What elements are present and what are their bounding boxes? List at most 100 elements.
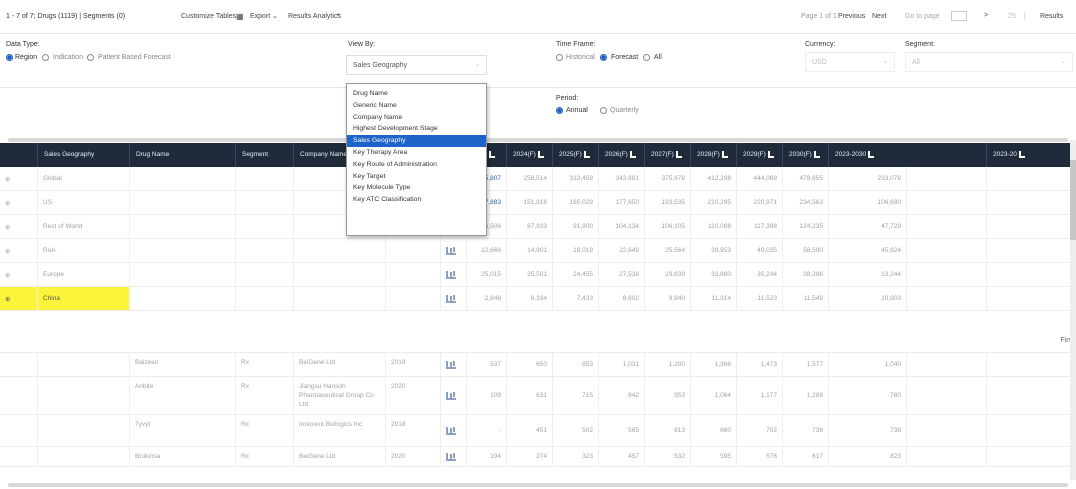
header-label: Drug Name xyxy=(136,151,170,158)
header-14[interactable]: 2023-2030 xyxy=(829,143,987,167)
customize-tables-link[interactable]: Customize Tables xyxy=(181,13,236,20)
value-cell: 1,289 xyxy=(783,377,829,414)
table-row[interactable]: Tyvyt Rx Innovent Biologics Inc 2018-451 502… xyxy=(0,415,1076,447)
dropdown-option[interactable]: Generic Name xyxy=(347,100,486,112)
sort-icon[interactable] xyxy=(721,150,728,158)
forecast-radio[interactable] xyxy=(600,54,607,61)
sort-icon[interactable] xyxy=(629,150,636,158)
bar-chart-icon[interactable] xyxy=(446,452,456,461)
expand-icon[interactable]: ⊕ xyxy=(0,287,38,310)
header-1[interactable]: Drug Name xyxy=(130,143,236,167)
region-radio[interactable] xyxy=(6,54,13,61)
dropdown-option[interactable]: Drug Name xyxy=(347,88,486,100)
sort-icon[interactable] xyxy=(868,150,875,158)
table-row[interactable]: Anbite Rx Jiangsu Hansoh Pharmaceutical Gr… xyxy=(0,377,1076,415)
table-row[interactable]: ⊕ China 2,846 6,334 7,433 8,602 9,940 11,314 11,… xyxy=(0,287,1076,311)
bar-chart-icon[interactable] xyxy=(446,270,456,279)
drug-name-cell[interactable]: Tyvyt xyxy=(130,415,236,446)
drug-name-cell[interactable]: Brukinsa xyxy=(130,447,236,466)
value-cell: 478,655 xyxy=(783,167,829,190)
chart-icon-cell[interactable] xyxy=(441,353,467,376)
sort-icon[interactable] xyxy=(813,150,820,158)
sort-icon[interactable] xyxy=(675,150,682,158)
expand-icon[interactable]: ⊕ xyxy=(0,167,38,190)
go-arrow-button[interactable]: > xyxy=(984,12,988,19)
chart-icon-cell[interactable] xyxy=(441,447,467,466)
add-tab-button[interactable]: + xyxy=(336,12,340,19)
header-12[interactable]: 2029(F) xyxy=(737,143,783,167)
export-menu[interactable]: Export xyxy=(250,13,270,20)
header-8[interactable]: 2025(F) xyxy=(553,143,599,167)
header-10[interactable]: 2027(F) xyxy=(645,143,691,167)
table-row[interactable]: ⊕ US 127,883 151,816 165,029 177,650 193,535 21… xyxy=(0,191,1076,215)
header-15[interactable]: 2023-20 xyxy=(987,143,1076,167)
expand-icon[interactable]: ⊕ xyxy=(0,263,38,286)
dropdown-option[interactable]: Key Molecule Type xyxy=(347,182,486,194)
value-cell: 151,816 xyxy=(507,191,553,214)
dropdown-option[interactable]: Highest Development Stage xyxy=(347,123,486,135)
table-row[interactable]: ⊕ Europe 25,015 25,501 24,455 27,538 29,839 33,… xyxy=(0,263,1076,287)
value-cell: 38,286 xyxy=(783,263,829,286)
dropdown-option[interactable]: Key Therapy Area xyxy=(347,147,486,159)
value-cell: 234,563 xyxy=(783,191,829,214)
vertical-scrollbar-thumb[interactable] xyxy=(1070,160,1076,240)
sort-icon[interactable] xyxy=(537,150,544,158)
expand-icon[interactable]: ⊕ xyxy=(0,191,38,214)
quarterly-radio[interactable] xyxy=(600,107,607,114)
table-row[interactable]: ⊕ RoA 12,666 14,901 18,019 22,649 25,564 39,953… xyxy=(0,239,1076,263)
results-analytics-link[interactable]: Results Analytics xyxy=(288,13,341,20)
header-11[interactable]: 2028(F) xyxy=(691,143,737,167)
table-row[interactable]: Baizeen Rx BeiGene Ltd 2019 537 650 853 1,031 1,… xyxy=(0,353,1076,377)
header-7[interactable]: 2024(F) xyxy=(507,143,553,167)
bar-chart-icon[interactable] xyxy=(446,360,456,369)
bar-chart-icon[interactable] xyxy=(446,246,456,255)
horizontal-scrollbar-top[interactable] xyxy=(8,138,1068,142)
sort-icon[interactable] xyxy=(1018,150,1025,158)
expand-icon[interactable]: ⊕ xyxy=(0,239,38,262)
view-by-select[interactable]: Sales Geography ⌄ xyxy=(346,55,487,75)
chart-icon-cell[interactable] xyxy=(441,239,467,262)
next-page-button[interactable]: Next xyxy=(872,13,886,20)
bar-chart-icon[interactable] xyxy=(446,294,456,303)
drug-name-cell[interactable]: Baizeen xyxy=(130,353,236,376)
patient-forecast-radio[interactable] xyxy=(87,54,94,61)
currency-select[interactable]: USD ⌄ xyxy=(805,52,895,72)
chevron-down-icon[interactable]: ⌄ xyxy=(272,12,278,20)
indication-radio[interactable] xyxy=(42,54,49,61)
bar-chart-icon[interactable] xyxy=(446,391,456,400)
expand-icon[interactable]: ⊕ xyxy=(0,215,38,238)
goto-page-input[interactable] xyxy=(951,11,967,21)
all-time-radio[interactable] xyxy=(643,54,650,61)
previous-page-button[interactable]: Previous xyxy=(838,13,865,20)
dropdown-option[interactable]: Key ATC Classification xyxy=(347,194,486,206)
horizontal-scrollbar-bottom[interactable] xyxy=(8,483,1068,487)
header-13[interactable]: 2030(F) xyxy=(783,143,829,167)
table-row[interactable]: Brukinsa Rx BeiGene Ltd 2020 194 274 323 457 532… xyxy=(0,447,1076,467)
header-9[interactable]: 2026(F) xyxy=(599,143,645,167)
bar-chart-icon[interactable] xyxy=(446,426,456,435)
table-row[interactable]: ⊕ Global 245,807 258,514 313,459 343,881 375,6… xyxy=(0,167,1076,191)
chart-icon-cell[interactable] xyxy=(441,415,467,446)
drug-name-cell[interactable]: Anbite xyxy=(130,377,236,414)
chart-icon-cell[interactable] xyxy=(441,377,467,414)
header-0[interactable]: Sales Geography xyxy=(38,143,130,167)
chart-icon-cell[interactable] xyxy=(441,263,467,286)
empty-cell xyxy=(907,287,987,310)
empty-cell xyxy=(38,353,130,376)
annual-radio[interactable] xyxy=(556,107,563,114)
sort-icon[interactable] xyxy=(767,150,774,158)
dropdown-option[interactable]: Sales Geography xyxy=(347,135,486,147)
table-icon[interactable]: ▦ xyxy=(236,12,244,21)
chart-icon-cell[interactable] xyxy=(441,287,467,310)
segment-select[interactable]: All ⌄ xyxy=(905,52,1073,72)
dropdown-option[interactable]: Key Route of Administration xyxy=(347,159,486,171)
historical-radio[interactable] xyxy=(556,54,563,61)
value-cell: 220,971 xyxy=(737,191,783,214)
dropdown-option[interactable]: Key Target xyxy=(347,171,486,183)
page-size-select[interactable]: 25 xyxy=(1008,13,1016,20)
dropdown-option[interactable]: Company Name xyxy=(347,112,486,124)
header-2[interactable]: Segment xyxy=(236,143,294,167)
sort-icon[interactable] xyxy=(489,150,496,158)
table-row[interactable]: ⊕ Rest of World 76,506 87,933 91,900 104,134 1… xyxy=(0,215,1076,239)
sort-icon[interactable] xyxy=(583,150,590,158)
